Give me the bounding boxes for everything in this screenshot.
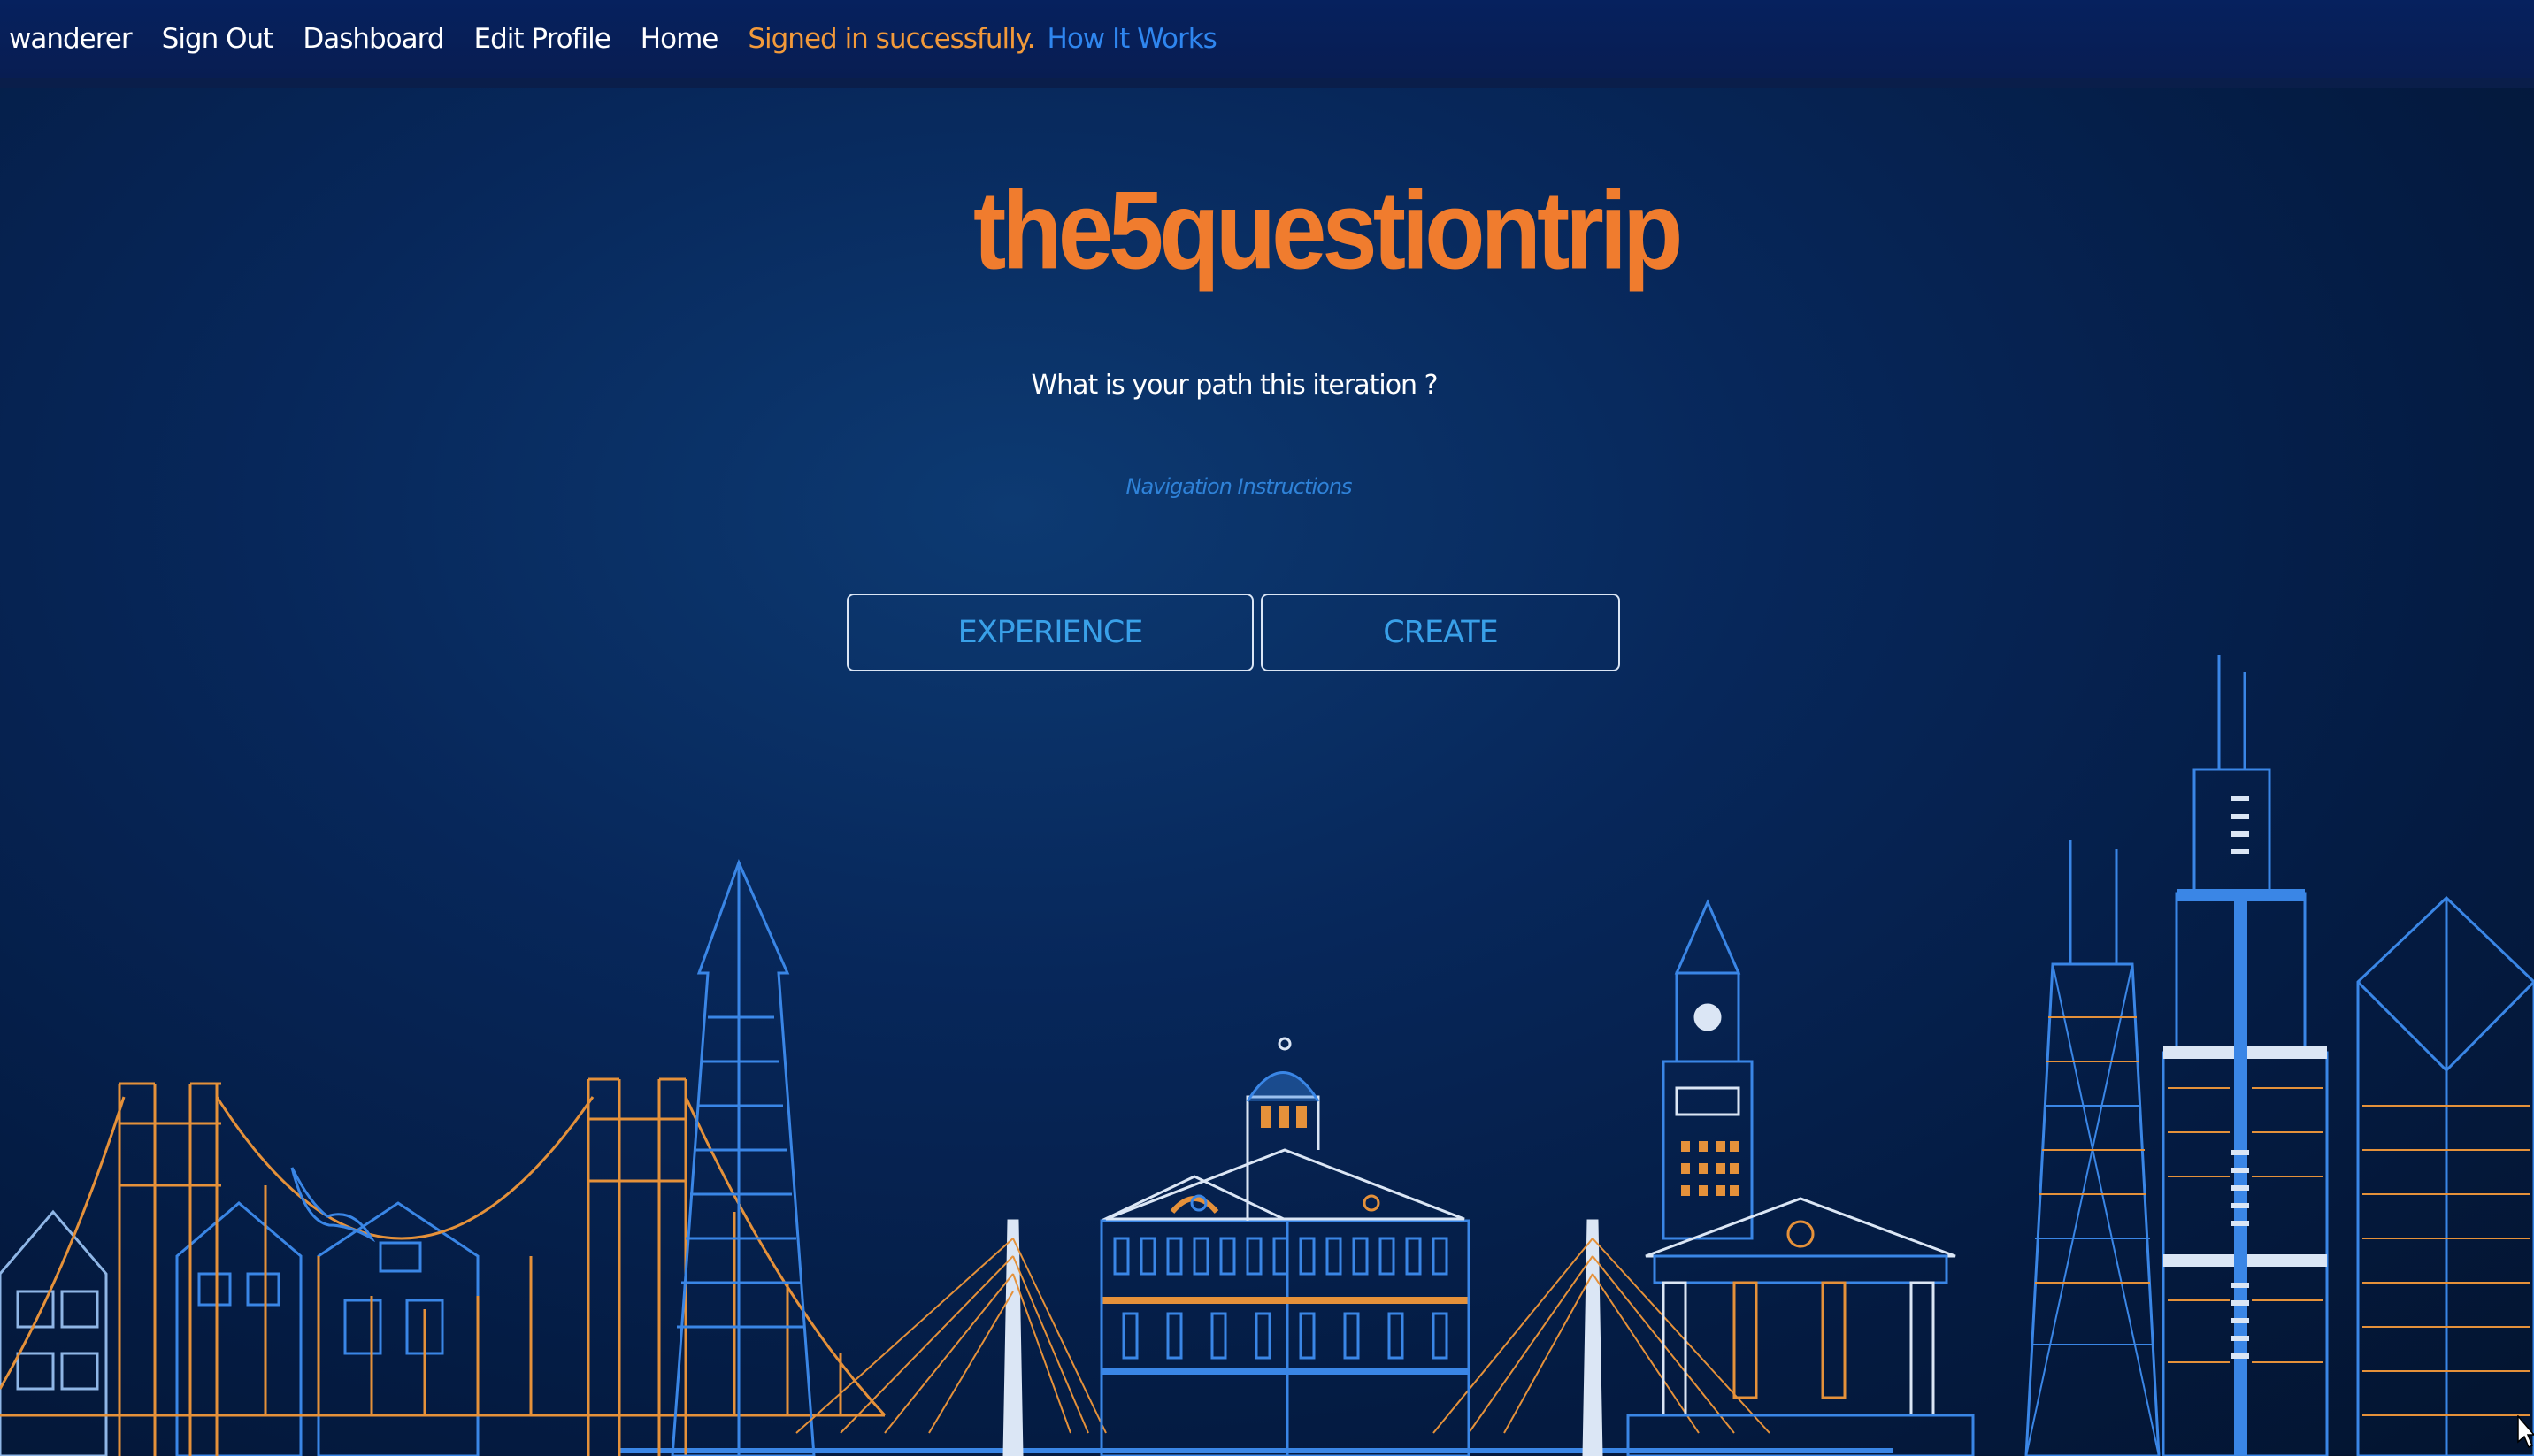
nav-dashboard-link[interactable]: Dashboard — [303, 23, 444, 55]
nav-home-link[interactable]: Home — [641, 23, 719, 55]
top-navbar: wanderer Sign Out Dashboard Edit Profile… — [0, 0, 2534, 88]
mouse-cursor-icon — [2517, 1415, 2534, 1449]
clock-tower-icon — [1662, 899, 1754, 1240]
tall-tower-icon — [2162, 655, 2329, 1456]
suspension-bridge-icon — [0, 1077, 887, 1456]
domed-hall-building-icon — [1100, 1037, 1470, 1456]
city-skyline-illustration — [0, 655, 2534, 1456]
pyramid-tower-icon — [671, 858, 816, 1456]
nav-username-link[interactable]: wanderer — [9, 23, 133, 55]
navigation-instructions-link[interactable]: Navigation Instructions — [973, 474, 1504, 499]
diamond-roof-building-icon — [2356, 895, 2534, 1456]
brand-logo-text: the5questiontrip — [973, 168, 1683, 293]
skyscraper-lattice-icon — [2024, 840, 2161, 1456]
nav-sign-out-link[interactable]: Sign Out — [162, 23, 274, 55]
page: wanderer Sign Out Dashboard Edit Profile… — [0, 0, 2534, 1456]
flash-message: Signed in successfully. — [748, 23, 1035, 55]
path-question: What is your path this iteration ? — [1031, 370, 1438, 401]
nav-how-it-works-link[interactable]: How It Works — [1048, 23, 1217, 55]
nav-edit-profile-link[interactable]: Edit Profile — [474, 23, 611, 55]
cable-stayed-bridge-icon — [795, 1219, 1770, 1456]
